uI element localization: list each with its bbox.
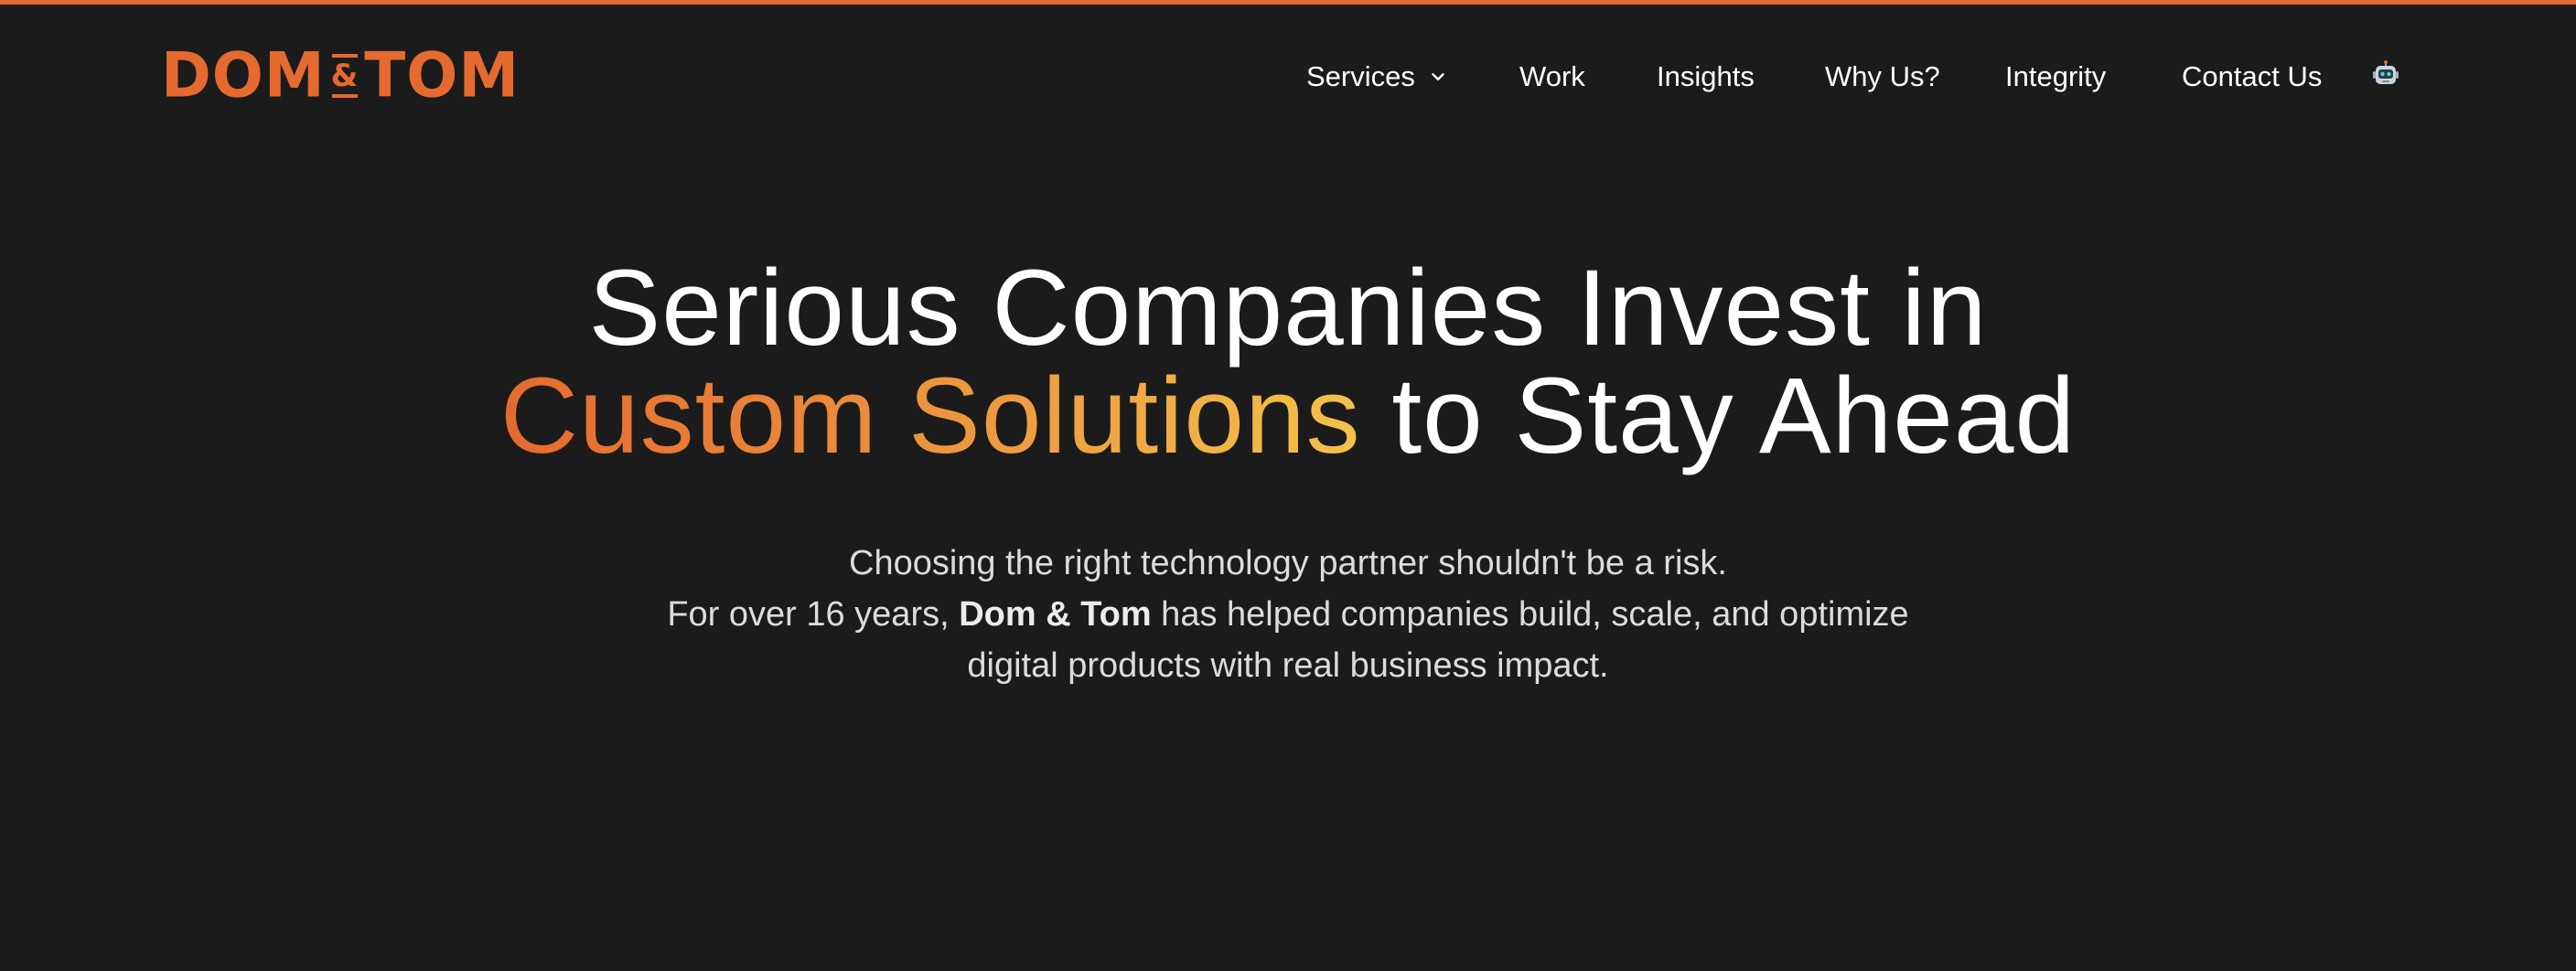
top-accent-line <box>0 0 2576 5</box>
chevron-down-icon <box>1432 73 1444 80</box>
hero-subtitle-line-3: digital products with real business impa… <box>967 646 1609 685</box>
nav-item-integrity[interactable]: Integrity <box>2005 55 2106 99</box>
logo-ampersand-text: & <box>330 58 360 94</box>
hero-title-accent: Custom Solutions <box>499 356 1361 476</box>
hero-subtitle-prefix: For over 16 years, <box>667 595 960 634</box>
logo-dom-text: DOM <box>161 39 326 112</box>
logo-ampersand-mark: & <box>331 48 360 104</box>
hero-title: Serious Companies Invest in Custom Solut… <box>0 254 2576 470</box>
logo-tom-text: TOM <box>364 39 521 112</box>
hero-title-line-2: Custom Solutions to Stay Ahead <box>0 362 2576 470</box>
hero-subtitle-brand: Dom & Tom <box>959 595 1152 634</box>
nav-item-contact-us[interactable]: Contact Us <box>2182 55 2322 99</box>
hero-subtitle-line-1: Choosing the right technology partner sh… <box>849 544 1727 582</box>
hero-subtitle-line-2: For over 16 years, Dom & Tom has helped … <box>0 589 2576 640</box>
nav-item-services[interactable]: Services <box>1306 55 1448 99</box>
nav-item-work[interactable]: Work <box>1519 55 1585 99</box>
nav-item-why-us[interactable]: Why Us? <box>1825 55 1940 99</box>
hero-title-rest: to Stay Ahead <box>1360 356 2077 476</box>
logo-amp-bottom-line <box>331 94 358 98</box>
hero-title-line-1: Serious Companies Invest in <box>588 248 1988 368</box>
hero-subtitle-suffix: has helped companies build, scale, and o… <box>1151 595 1909 634</box>
nav-label-services: Services <box>1306 60 1415 92</box>
nav-item-insights[interactable]: Insights <box>1657 55 1755 99</box>
robot-icon[interactable] <box>2372 60 2399 88</box>
dom-and-tom-logo[interactable]: DOM & TOM <box>161 39 521 112</box>
hero-subtitle: Choosing the right technology partner sh… <box>0 538 2576 691</box>
